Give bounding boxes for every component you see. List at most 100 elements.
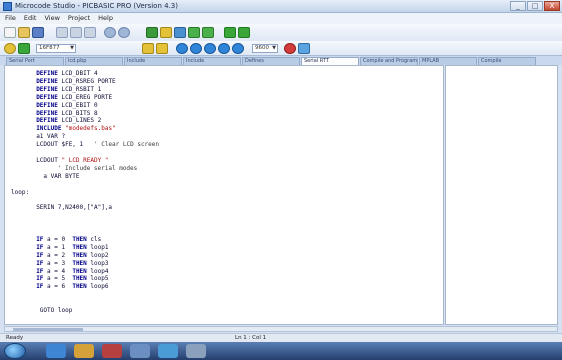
code-comment: ' Clear LCD screen [93,141,160,149]
circle-4-icon[interactable] [218,43,230,54]
grid-icon[interactable] [224,27,236,38]
menu-file[interactable]: File [5,13,16,24]
code-text: LCD_EREG PORTE [57,93,113,101]
code-keyword: DEFINE [36,70,58,77]
main-toolbar [0,24,562,41]
app-icon [3,2,12,11]
title-bar: Microcode Studio - PICBASIC PRO (Version… [0,0,562,13]
stop-icon[interactable] [284,43,296,54]
folder-icon[interactable] [74,344,94,358]
status-bar: Ready Ln 1 : Col 1 [0,333,562,342]
open-folder-icon[interactable] [18,27,30,38]
redo-icon[interactable] [118,27,130,38]
bulb-icon[interactable] [142,43,154,54]
circle-1-icon[interactable] [176,43,188,54]
code-line: IF a = 5 THEN loop5 [36,275,108,282]
chip-icon[interactable] [238,27,250,38]
code-line: INCLUDE "modedefs.bas" [36,125,116,132]
baud-select-value: 9600 [255,45,269,51]
code-line: LCDOUT $FE, 1 ' Clear LCD screen [36,141,159,148]
menu-help[interactable]: Help [98,13,113,24]
chevron-down-icon: ▼ [272,45,276,51]
minimize-button[interactable]: _ [510,1,526,11]
paste-icon[interactable] [84,27,96,38]
tab-8[interactable]: Compile [478,57,536,65]
media-icon[interactable] [102,344,122,358]
code-keyword: DEFINE [36,93,58,101]
code-line: ' Include serial modes [58,165,137,172]
circle-5-icon[interactable] [232,43,244,54]
copy-icon[interactable] [70,27,82,38]
compile-icon[interactable] [146,27,158,38]
circle-2-icon[interactable] [190,43,202,54]
undo-icon[interactable] [104,27,116,38]
compile-program-icon[interactable] [174,27,186,38]
folder-icon[interactable] [156,43,168,54]
maximize-button[interactable]: □ [527,1,543,11]
code-line: DEFINE LCD_EBIT 0 [36,102,97,109]
tab-4[interactable]: Defines [242,57,300,65]
menu-edit[interactable]: Edit [24,13,37,24]
tab-2[interactable]: Include [124,57,182,65]
code-keyword: THEN [72,259,87,267]
program-icon[interactable] [160,27,172,38]
tab-1[interactable]: lcd.pbp [65,57,123,65]
computer-icon[interactable] [186,344,206,358]
close-button[interactable]: X [544,1,560,11]
code-keyword: THEN [72,243,87,251]
code-line: a VAR BYTE [43,173,79,180]
code-keyword: THEN [72,275,87,283]
code-keyword: THEN [72,251,87,259]
terminal-icon[interactable] [298,43,310,54]
arrow-icon[interactable] [18,43,30,54]
circle-3-icon[interactable] [204,43,216,54]
code-text: a = 2 [43,251,73,259]
code-keyword: INCLUDE [36,125,62,133]
code-keyword: THEN [72,283,87,291]
code-text: loop3 [86,259,109,267]
chevron-down-icon: ▼ [70,45,74,51]
code-line: GOTO loop [40,307,73,314]
build-icon[interactable] [202,27,214,38]
code-line: IF a = 3 THEN loop3 [36,260,108,267]
device-select[interactable]: 16F877 ▼ [36,44,76,53]
star-icon[interactable] [4,43,16,54]
code-text: SERIN 7,N2400,["A"],a [36,204,113,212]
tab-6[interactable]: Compile and Program [360,57,418,65]
tab-0[interactable]: Serial Port [6,57,64,65]
start-button-icon[interactable] [4,343,26,359]
code-editor[interactable]: DEFINE LCD_DBIT 4 DEFINE LCD_RSREG PORTE D… [4,65,444,325]
code-line: DEFINE LCD_EREG PORTE [36,94,112,101]
tab-7[interactable]: MPLAB [419,57,477,65]
code-text: loop: [11,188,30,196]
code-text: LCD_RSBIT 1 [57,85,102,93]
tab-5-active[interactable]: Serial RTT [301,57,359,65]
code-text: a = 4 [43,267,73,275]
new-file-icon[interactable] [4,27,16,38]
cursor-position: Ln 1 : Col 1 [235,335,267,341]
menu-view[interactable]: View [44,13,59,24]
code-keyword: THEN [72,235,87,243]
horizontal-scrollbar[interactable] [4,326,558,332]
code-text: a = 3 [43,259,73,267]
browser-icon[interactable] [46,344,66,358]
code-line: IF a = 6 THEN loop6 [36,283,108,290]
code-text: a = 6 [43,283,73,291]
scroll-thumb[interactable] [13,328,83,331]
cut-icon[interactable] [56,27,68,38]
save-icon[interactable] [32,27,44,38]
code-line: a1 VAR ? [36,133,65,140]
window-title: Microcode Studio - PICBASIC PRO (Version… [15,2,178,10]
baud-select[interactable]: 9600 ▼ [252,44,278,53]
code-line: IF a = 4 THEN loop4 [36,268,108,275]
tab-strip: Serial Port lcd.pbp Include Include Defi… [0,56,562,65]
device-select-value: 16F877 [39,45,60,51]
app-icon[interactable] [130,344,150,358]
run-icon[interactable] [188,27,200,38]
code-line: SERIN 7,N2400,["A"],a [36,204,112,211]
code-keyword: DEFINE [36,117,58,125]
microcode-icon[interactable] [158,344,178,358]
tab-3[interactable]: Include [183,57,241,65]
code-text: a = 1 [43,243,73,251]
menu-project[interactable]: Project [68,13,90,24]
